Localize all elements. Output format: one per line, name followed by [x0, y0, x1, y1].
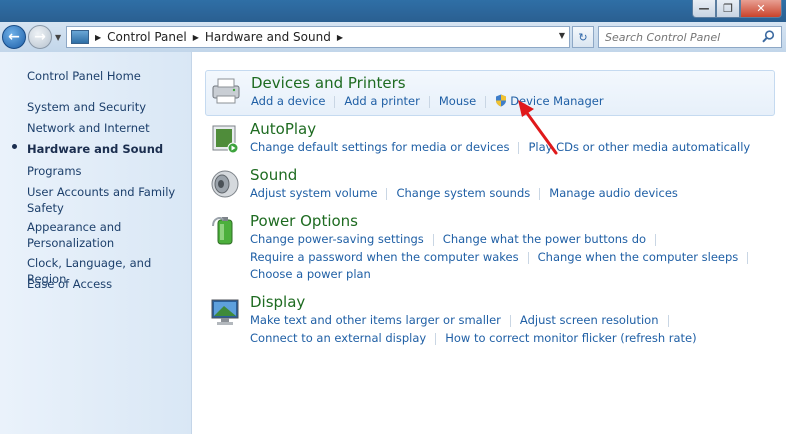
navigation-bar: ← → ▼ ▶ Control Panel ▶ Hardware and Sou… [0, 22, 786, 52]
link-separator [432, 233, 434, 246]
sidebar-item-appearance[interactable]: Appearance and Personalization [27, 219, 147, 251]
link-change-power-buttons[interactable]: Change what the power buttons do [443, 232, 646, 246]
active-bullet-icon [12, 144, 17, 149]
link-correct-monitor-flicker[interactable]: How to correct monitor flicker (refresh … [445, 331, 696, 345]
category-title-devices-and-printers[interactable]: Devices and Printers [251, 74, 406, 92]
category-power-options: Power Options Change power-saving settin… [205, 210, 775, 286]
link-adjust-screen-resolution[interactable]: Adjust screen resolution [520, 313, 659, 327]
sidebar-item-user-accounts[interactable]: User Accounts and Family Safety [27, 184, 177, 216]
arrow-left-icon: ← [8, 29, 20, 45]
link-change-system-sounds[interactable]: Change system sounds [396, 186, 530, 200]
annotation-arrow-icon [518, 100, 558, 155]
refresh-icon: ↻ [578, 30, 588, 44]
title-bar: — ❐ ✕ [0, 0, 786, 22]
search-input[interactable] [605, 30, 755, 44]
link-manage-audio-devices[interactable]: Manage audio devices [549, 186, 678, 200]
link-separator [527, 251, 529, 264]
link-separator [655, 233, 657, 246]
printer-icon [212, 78, 240, 104]
links-display-row2: Connect to an external display How to cor… [250, 331, 697, 345]
link-mouse[interactable]: Mouse [439, 94, 476, 108]
control-panel-icon [71, 30, 89, 44]
link-change-when-computer-sleeps[interactable]: Change when the computer sleeps [538, 250, 739, 264]
link-adjust-system-volume[interactable]: Adjust system volume [250, 186, 377, 200]
links-sound: Adjust system volume Change system sounds… [250, 186, 678, 200]
breadcrumb-separator-icon[interactable]: ▶ [95, 33, 101, 42]
links-power-options-row3: Choose a power plan [250, 267, 371, 281]
link-choose-power-plan[interactable]: Choose a power plan [250, 267, 371, 281]
category-title-display[interactable]: Display [250, 293, 305, 311]
link-separator [539, 187, 541, 200]
link-change-power-saving-settings[interactable]: Change power-saving settings [250, 232, 424, 246]
breadcrumb-hardware-and-sound[interactable]: Hardware and Sound [205, 30, 331, 44]
category-title-autoplay[interactable]: AutoPlay [250, 120, 316, 138]
window-controls: — ❐ ✕ [692, 0, 782, 18]
sidebar-item-system-and-security[interactable]: System and Security [27, 99, 146, 115]
link-add-a-printer[interactable]: Add a printer [344, 94, 419, 108]
speaker-icon [211, 170, 239, 198]
link-add-a-device[interactable]: Add a device [251, 94, 325, 108]
link-separator [435, 332, 437, 345]
sidebar-item-programs[interactable]: Programs [27, 163, 82, 179]
breadcrumb-separator-icon[interactable]: ▶ [193, 33, 199, 42]
link-separator [386, 187, 388, 200]
refresh-button[interactable]: ↻ [572, 26, 594, 48]
close-button[interactable]: ✕ [740, 0, 782, 18]
breadcrumb-control-panel[interactable]: Control Panel [107, 30, 187, 44]
breadcrumb-separator-icon[interactable]: ▶ [337, 33, 343, 42]
address-bar[interactable]: ▶ Control Panel ▶ Hardware and Sound ▶ ▼ [66, 26, 570, 48]
sidebar-item-ease-of-access[interactable]: Ease of Access [27, 276, 112, 292]
recent-pages-dropdown[interactable]: ▼ [55, 33, 61, 42]
link-connect-external-display[interactable]: Connect to an external display [250, 331, 426, 345]
sidebar-item-network-and-internet[interactable]: Network and Internet [27, 120, 150, 136]
monitor-icon [211, 299, 239, 325]
search-icon[interactable] [762, 30, 775, 43]
category-title-sound[interactable]: Sound [250, 166, 297, 184]
minimize-button[interactable]: — [692, 0, 716, 18]
link-change-default-settings[interactable]: Change default settings for media or dev… [250, 140, 509, 154]
address-dropdown-icon[interactable]: ▼ [559, 31, 565, 40]
main-content: Devices and Printers Add a device Add a p… [193, 52, 786, 434]
category-autoplay: AutoPlay Change default settings for med… [205, 118, 775, 160]
maximize-button[interactable]: ❐ [716, 0, 740, 18]
sidebar-item-control-panel-home[interactable]: Control Panel Home [27, 68, 141, 84]
link-require-password-on-wake[interactable]: Require a password when the computer wak… [250, 250, 519, 264]
links-power-options-row2: Require a password when the computer wak… [250, 250, 757, 264]
arrow-right-icon: → [34, 29, 46, 45]
battery-icon [212, 217, 233, 245]
back-button[interactable]: ← [2, 25, 26, 49]
sidebar: Control Panel Home System and Security N… [0, 52, 192, 434]
links-power-options-row1: Change power-saving settings Change what … [250, 232, 665, 246]
category-devices-and-printers: Devices and Printers Add a device Add a p… [205, 70, 775, 116]
links-display-row1: Make text and other items larger or smal… [250, 313, 678, 327]
sidebar-item-hardware-and-sound[interactable]: Hardware and Sound [27, 141, 163, 157]
link-separator [667, 314, 669, 327]
forward-button[interactable]: → [28, 25, 52, 49]
link-separator [334, 95, 336, 108]
search-box[interactable] [598, 26, 782, 48]
category-sound: Sound Adjust system volume Change system … [205, 164, 775, 206]
uac-shield-icon [496, 94, 507, 107]
category-title-power-options[interactable]: Power Options [250, 212, 358, 230]
category-display: Display Make text and other items larger… [205, 292, 775, 352]
link-separator [747, 251, 749, 264]
link-separator [428, 95, 430, 108]
links-autoplay: Change default settings for media or dev… [250, 140, 750, 154]
link-make-text-larger[interactable]: Make text and other items larger or smal… [250, 313, 501, 327]
link-separator [485, 95, 487, 108]
link-separator [509, 314, 511, 327]
autoplay-icon [212, 125, 239, 154]
